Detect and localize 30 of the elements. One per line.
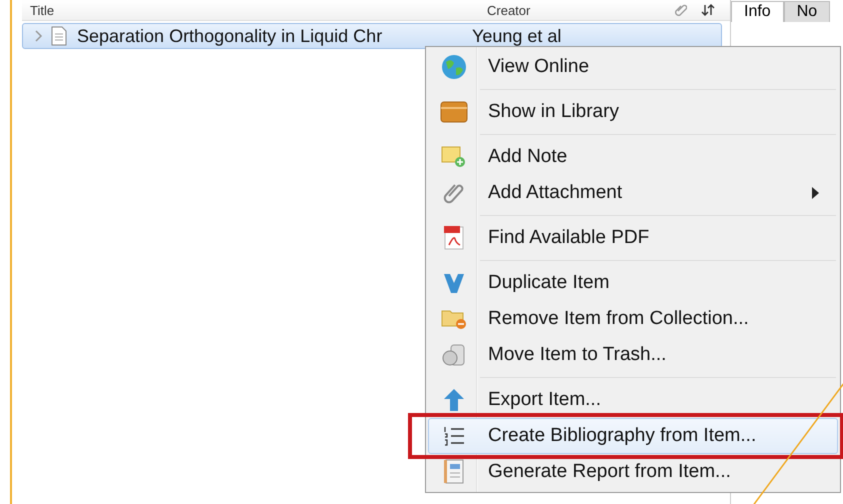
export-icon	[443, 388, 465, 412]
numbered-list-icon	[443, 425, 465, 447]
menu-item[interactable]: Add Note	[428, 139, 838, 175]
document-icon	[51, 26, 67, 46]
menu-item[interactable]: Show in Library	[428, 94, 838, 130]
pdf-icon	[443, 225, 465, 251]
menu-item[interactable]: Remove Item from Collection...	[428, 301, 838, 337]
menu-item[interactable]: Find Available PDF	[428, 220, 838, 256]
menu-item[interactable]: View Online	[428, 49, 838, 85]
menu-item[interactable]: Duplicate Item	[428, 265, 838, 301]
sort-icon[interactable]	[701, 3, 715, 17]
menu-item[interactable]: Generate Report from Item...	[428, 454, 838, 490]
report-icon	[443, 459, 465, 485]
menu-item[interactable]: Export Item...	[428, 382, 838, 418]
menu-item[interactable]: Move Item to Trash...	[428, 337, 838, 373]
paperclip-icon[interactable]	[675, 3, 687, 17]
note-icon	[441, 146, 467, 168]
folder-icon	[440, 101, 468, 123]
menu-item[interactable]: Add Attachment	[428, 175, 838, 211]
pane-tab[interactable]: Info	[731, 1, 784, 22]
menu-item[interactable]: Create Bibliography from Item...	[428, 418, 838, 454]
folder-remove-icon	[441, 308, 467, 330]
expand-icon[interactable]	[33, 30, 43, 42]
pane-tab[interactable]: No	[784, 1, 830, 22]
item-creator: Yeung et al	[472, 26, 562, 46]
item-title: Separation Orthogonality in Liquid Chr	[77, 26, 384, 46]
globe-icon	[441, 54, 467, 80]
column-label[interactable]: Title	[22, 2, 487, 18]
item-row[interactable]: Separation Orthogonality in Liquid Chr Yeung et al	[22, 23, 722, 49]
column-label[interactable]: Creator	[487, 2, 675, 18]
